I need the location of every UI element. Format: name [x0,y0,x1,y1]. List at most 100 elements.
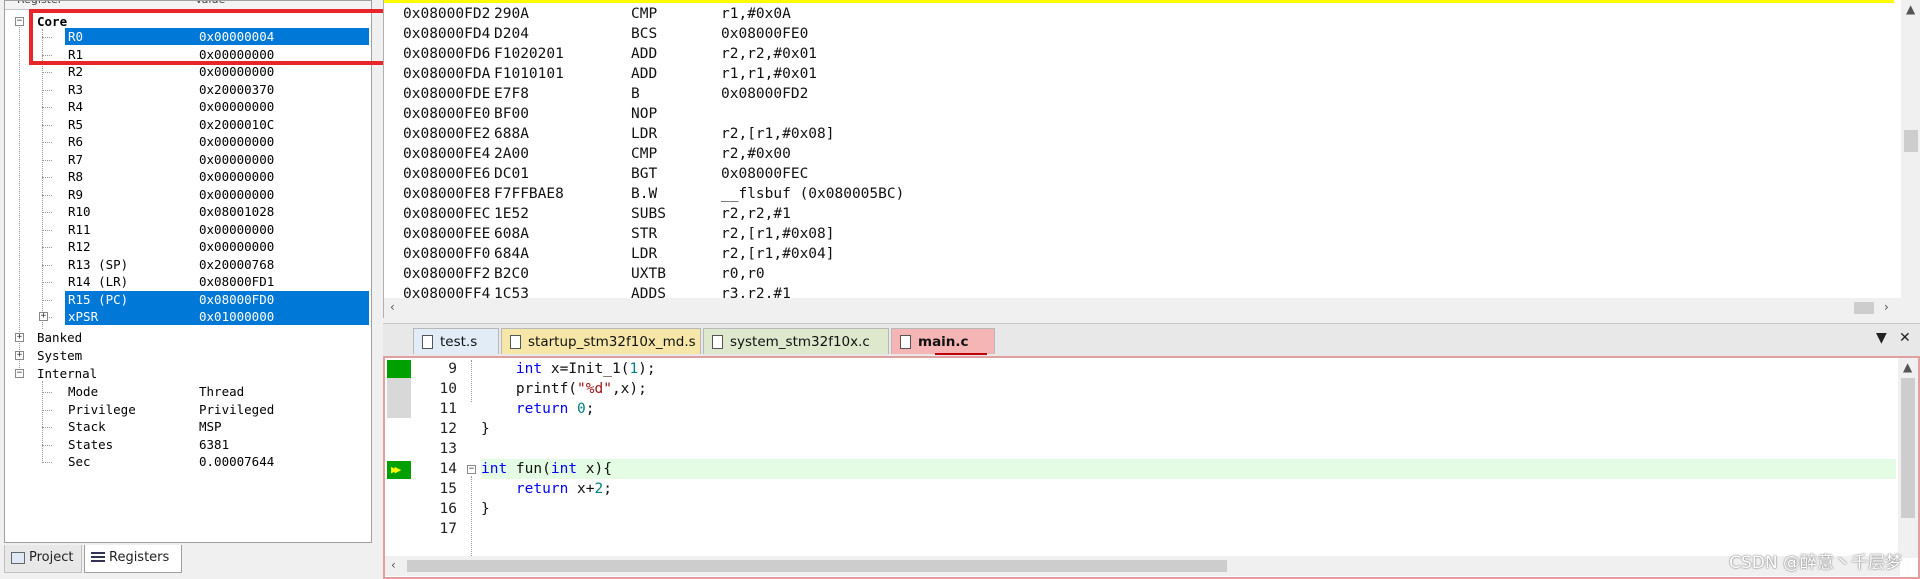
tab-startup-stm32f10x-md-s[interactable]: startup_stm32f10x_md.s [501,328,701,354]
register-row[interactable]: R5 0x2000010C [65,116,369,133]
disassembly-line[interactable]: 0x08000FEC 1E52 SUBS r2,r2,#1 [403,204,1883,224]
internal-row[interactable]: Mode Thread [65,383,365,400]
disassembly-horizontal-scrollbar[interactable]: ‹ › [384,298,1920,318]
disassembly-line[interactable]: 0x08000FE0 BF00 NOP [403,104,1883,124]
internal-row[interactable]: States 6381 [65,436,365,453]
collapse-internal-icon[interactable]: − [15,369,24,378]
register-value[interactable]: 0x00000000 [199,63,274,80]
disassembly-line[interactable]: 0x08000FD2 290A CMP r1,#0x0A [403,4,1883,24]
fold-icon[interactable]: − [467,465,476,474]
disasm-code: E7F8 [494,86,529,102]
disassembly-line[interactable]: 0x08000FF0 684A LDR r2,[r1,#0x04] [403,244,1883,264]
disassembly-line[interactable]: 0x08000FF2 B2C0 UXTB r0,r0 [403,264,1883,284]
register-value[interactable]: 0x00000000 [199,238,274,255]
code-line-9[interactable]: int x=Init_1(1); [481,359,656,379]
disassembly-line[interactable]: 0x08000FE8 F7FFBAE8 B.W __flsbuf (0x080005B… [403,184,1883,204]
disasm-addr: 0x08000FE2 [403,126,491,142]
register-row[interactable]: R7 0x00000000 [65,151,369,168]
register-value[interactable]: 0x00000000 [199,133,274,150]
scroll-left-icon[interactable]: ‹ [390,300,395,314]
disassembly-line[interactable]: 0x08000FE6 DC01 BGT 0x08000FEC [403,164,1883,184]
register-row[interactable]: R6 0x00000000 [65,133,369,150]
scroll-thumb[interactable] [1904,130,1918,152]
register-value[interactable]: 0x08000FD1 [199,273,274,290]
internal-row[interactable]: Stack MSP [65,418,365,435]
expand-banked-icon[interactable]: + [15,333,24,342]
code-line-12[interactable]: } [481,419,490,439]
disassembly-line[interactable]: 0x08000FE2 688A LDR r2,[r1,#0x08] [403,124,1883,144]
code-line-15[interactable]: return x+2; [481,479,612,499]
tab-test-s[interactable]: test.s [413,328,499,354]
disassembly-window[interactable]: 0x08000FD2 290A CMP r1,#0x0A 0x08000FD4 D204 B… [383,0,1920,318]
register-row[interactable]: R13 (SP) 0x20000768 [65,256,369,273]
disasm-ops: 0x08000FD2 [721,86,809,102]
code-line-11[interactable]: return 0; [481,399,595,419]
register-row[interactable]: R9 0x00000000 [65,186,369,203]
disasm-mnem: NOP [631,106,658,122]
code-line-16[interactable]: } [481,499,490,519]
scroll-right-icon[interactable]: › [1884,300,1889,314]
register-row[interactable]: xPSR 0x01000000 [65,308,369,325]
internal-row[interactable]: Privilege Privileged [65,401,365,418]
scroll-thumb[interactable] [1901,378,1915,518]
tab-system-stm32f10x-c[interactable]: system_stm32f10x.c [703,328,889,354]
tab-registers[interactable]: Registers [84,545,182,573]
file-icon [510,335,521,349]
scroll-thumb[interactable] [1854,302,1874,314]
disassembly-line[interactable]: 0x08000FE4 2A00 CMP r2,#0x00 [403,144,1883,164]
close-icon[interactable]: ✕ [1899,330,1911,346]
register-tree[interactable]: Register Value − Core R00x00000004R10x00… [4,0,372,543]
register-row[interactable]: R12 0x00000000 [65,238,369,255]
register-value[interactable]: 0x2000010C [199,116,274,133]
line-number: 13 [439,441,457,457]
scroll-up-icon[interactable]: ▲ [1906,2,1915,16]
disassembly-line[interactable]: 0x08000FD4 D204 BCS 0x08000FE0 [403,24,1883,44]
expand-system-icon[interactable]: + [15,351,24,360]
internal-row[interactable]: Sec 0.00007644 [65,453,365,470]
scroll-left-icon[interactable]: ‹ [391,558,396,572]
editor-horizontal-scrollbar[interactable]: ‹ [385,556,1900,576]
column-value[interactable]: Value [195,1,225,9]
disassembly-vertical-scrollbar[interactable]: ▲ [1901,0,1920,298]
register-value[interactable]: 0x00000000 [199,168,274,185]
disassembly-line[interactable]: 0x08000FDE E7F8 B 0x08000FD2 [403,84,1883,104]
register-value[interactable]: 0x20000370 [199,81,274,98]
disasm-code: F7FFBAE8 [494,186,564,202]
register-row[interactable]: R14 (LR) 0x08000FD1 [65,273,369,290]
code-line-14[interactable]: int fun(int x){ [481,459,612,479]
code-editor[interactable]: ▶▶ − 9 10 11 12 13 14 15 16 17 int x=Init_1(1); … [383,356,1920,579]
tree-line [42,381,43,461]
disassembly-line[interactable]: 0x08000FEE 608A STR r2,[r1,#0x08] [403,224,1883,244]
disasm-mnem: LDR [631,246,658,262]
tab-project[interactable]: Project [4,545,82,573]
register-row[interactable]: R15 (PC) 0x08000FD0 [65,290,369,308]
register-name: R9 [68,186,84,202]
register-row[interactable]: R10 0x08001028 [65,203,369,220]
register-row[interactable]: R4 0x00000000 [65,98,369,115]
column-register[interactable]: Register [17,1,62,9]
register-row[interactable]: R2 0x00000000 [65,63,369,80]
register-value[interactable]: 0x08001028 [199,203,274,220]
code-line-10[interactable]: printf("%d",x); [481,379,647,399]
tab-dropdown-icon[interactable]: ▼ [1876,330,1887,346]
register-value[interactable]: 0x00000000 [199,186,274,203]
tab-main-c[interactable]: main.c [891,328,995,354]
register-value[interactable]: 0x00000000 [199,221,274,238]
expand-xpsr-icon[interactable]: + [39,312,48,321]
register-value[interactable]: 0x01000000 [199,308,274,325]
disassembly-line[interactable]: 0x08000FD6 F1020201 ADD r2,r2,#0x01 [403,44,1883,64]
scroll-thumb[interactable] [407,560,1227,572]
register-value[interactable]: 0x20000768 [199,256,274,273]
tree-line [42,264,52,266]
register-value[interactable]: 0x00000000 [199,151,274,168]
collapse-core-icon[interactable]: − [15,17,24,26]
internal-name: Sec [68,454,91,469]
disassembly-line[interactable]: 0x08000FDA F1010101 ADD r1,r1,#0x01 [403,64,1883,84]
register-row[interactable]: R11 0x00000000 [65,221,369,238]
register-value[interactable]: 0x00000000 [199,98,274,115]
register-row[interactable]: R3 0x20000370 [65,81,369,98]
register-value[interactable]: 0x08000FD0 [199,291,274,308]
editor-vertical-scrollbar[interactable]: ▲ [1898,358,1918,558]
register-row[interactable]: R8 0x00000000 [65,168,369,185]
scroll-up-icon[interactable]: ▲ [1903,360,1912,374]
